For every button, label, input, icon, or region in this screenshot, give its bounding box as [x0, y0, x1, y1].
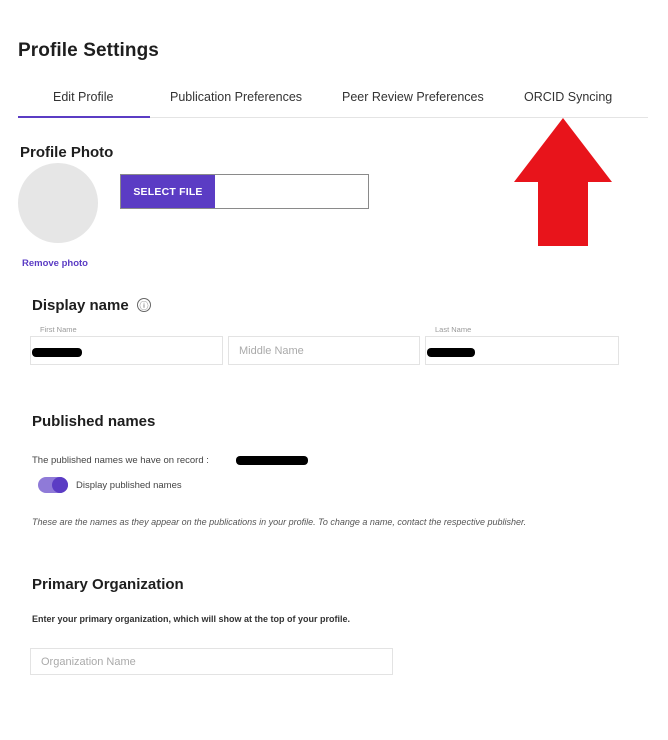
select-file-button[interactable]: SELECT FILE [121, 175, 215, 208]
middle-name-field[interactable]: Middle Name [228, 336, 420, 365]
first-name-redaction [32, 348, 82, 357]
tab-bar: Edit Profile Publication Preferences Pee… [18, 84, 648, 118]
published-names-record-text: The published names we have on record : [32, 455, 209, 466]
info-icon[interactable]: ⓘ [137, 298, 151, 312]
primary-organization-description: Enter your primary organization, which w… [32, 614, 351, 624]
display-published-names-label: Display published names [76, 480, 182, 491]
published-names-redaction [236, 456, 308, 465]
toggle-knob [52, 477, 68, 493]
page-title: Profile Settings [18, 40, 159, 61]
published-names-note: These are the names as they appear on th… [32, 517, 527, 527]
tab-publication-preferences[interactable]: Publication Preferences [170, 90, 302, 104]
annotation-arrow-icon [514, 118, 612, 246]
file-picker: SELECT FILE [120, 174, 369, 209]
primary-organization-title: Primary Organization [32, 576, 184, 593]
tab-edit-profile[interactable]: Edit Profile [53, 90, 113, 104]
published-names-title: Published names [32, 413, 156, 430]
remove-photo-link[interactable]: Remove photo [22, 258, 88, 269]
first-name-label: First Name [40, 325, 77, 334]
last-name-label: Last Name [435, 325, 472, 334]
tab-peer-review-preferences[interactable]: Peer Review Preferences [342, 90, 484, 104]
profile-photo-title: Profile Photo [20, 144, 114, 161]
file-name-field[interactable] [215, 175, 368, 208]
display-published-names-toggle[interactable] [38, 477, 68, 493]
display-name-title: Display name [32, 297, 129, 314]
avatar [18, 163, 98, 243]
organization-name-field[interactable]: Organization Name [30, 648, 393, 675]
last-name-redaction [427, 348, 475, 357]
active-tab-indicator [18, 116, 150, 118]
tab-orcid-syncing[interactable]: ORCID Syncing [524, 90, 612, 104]
